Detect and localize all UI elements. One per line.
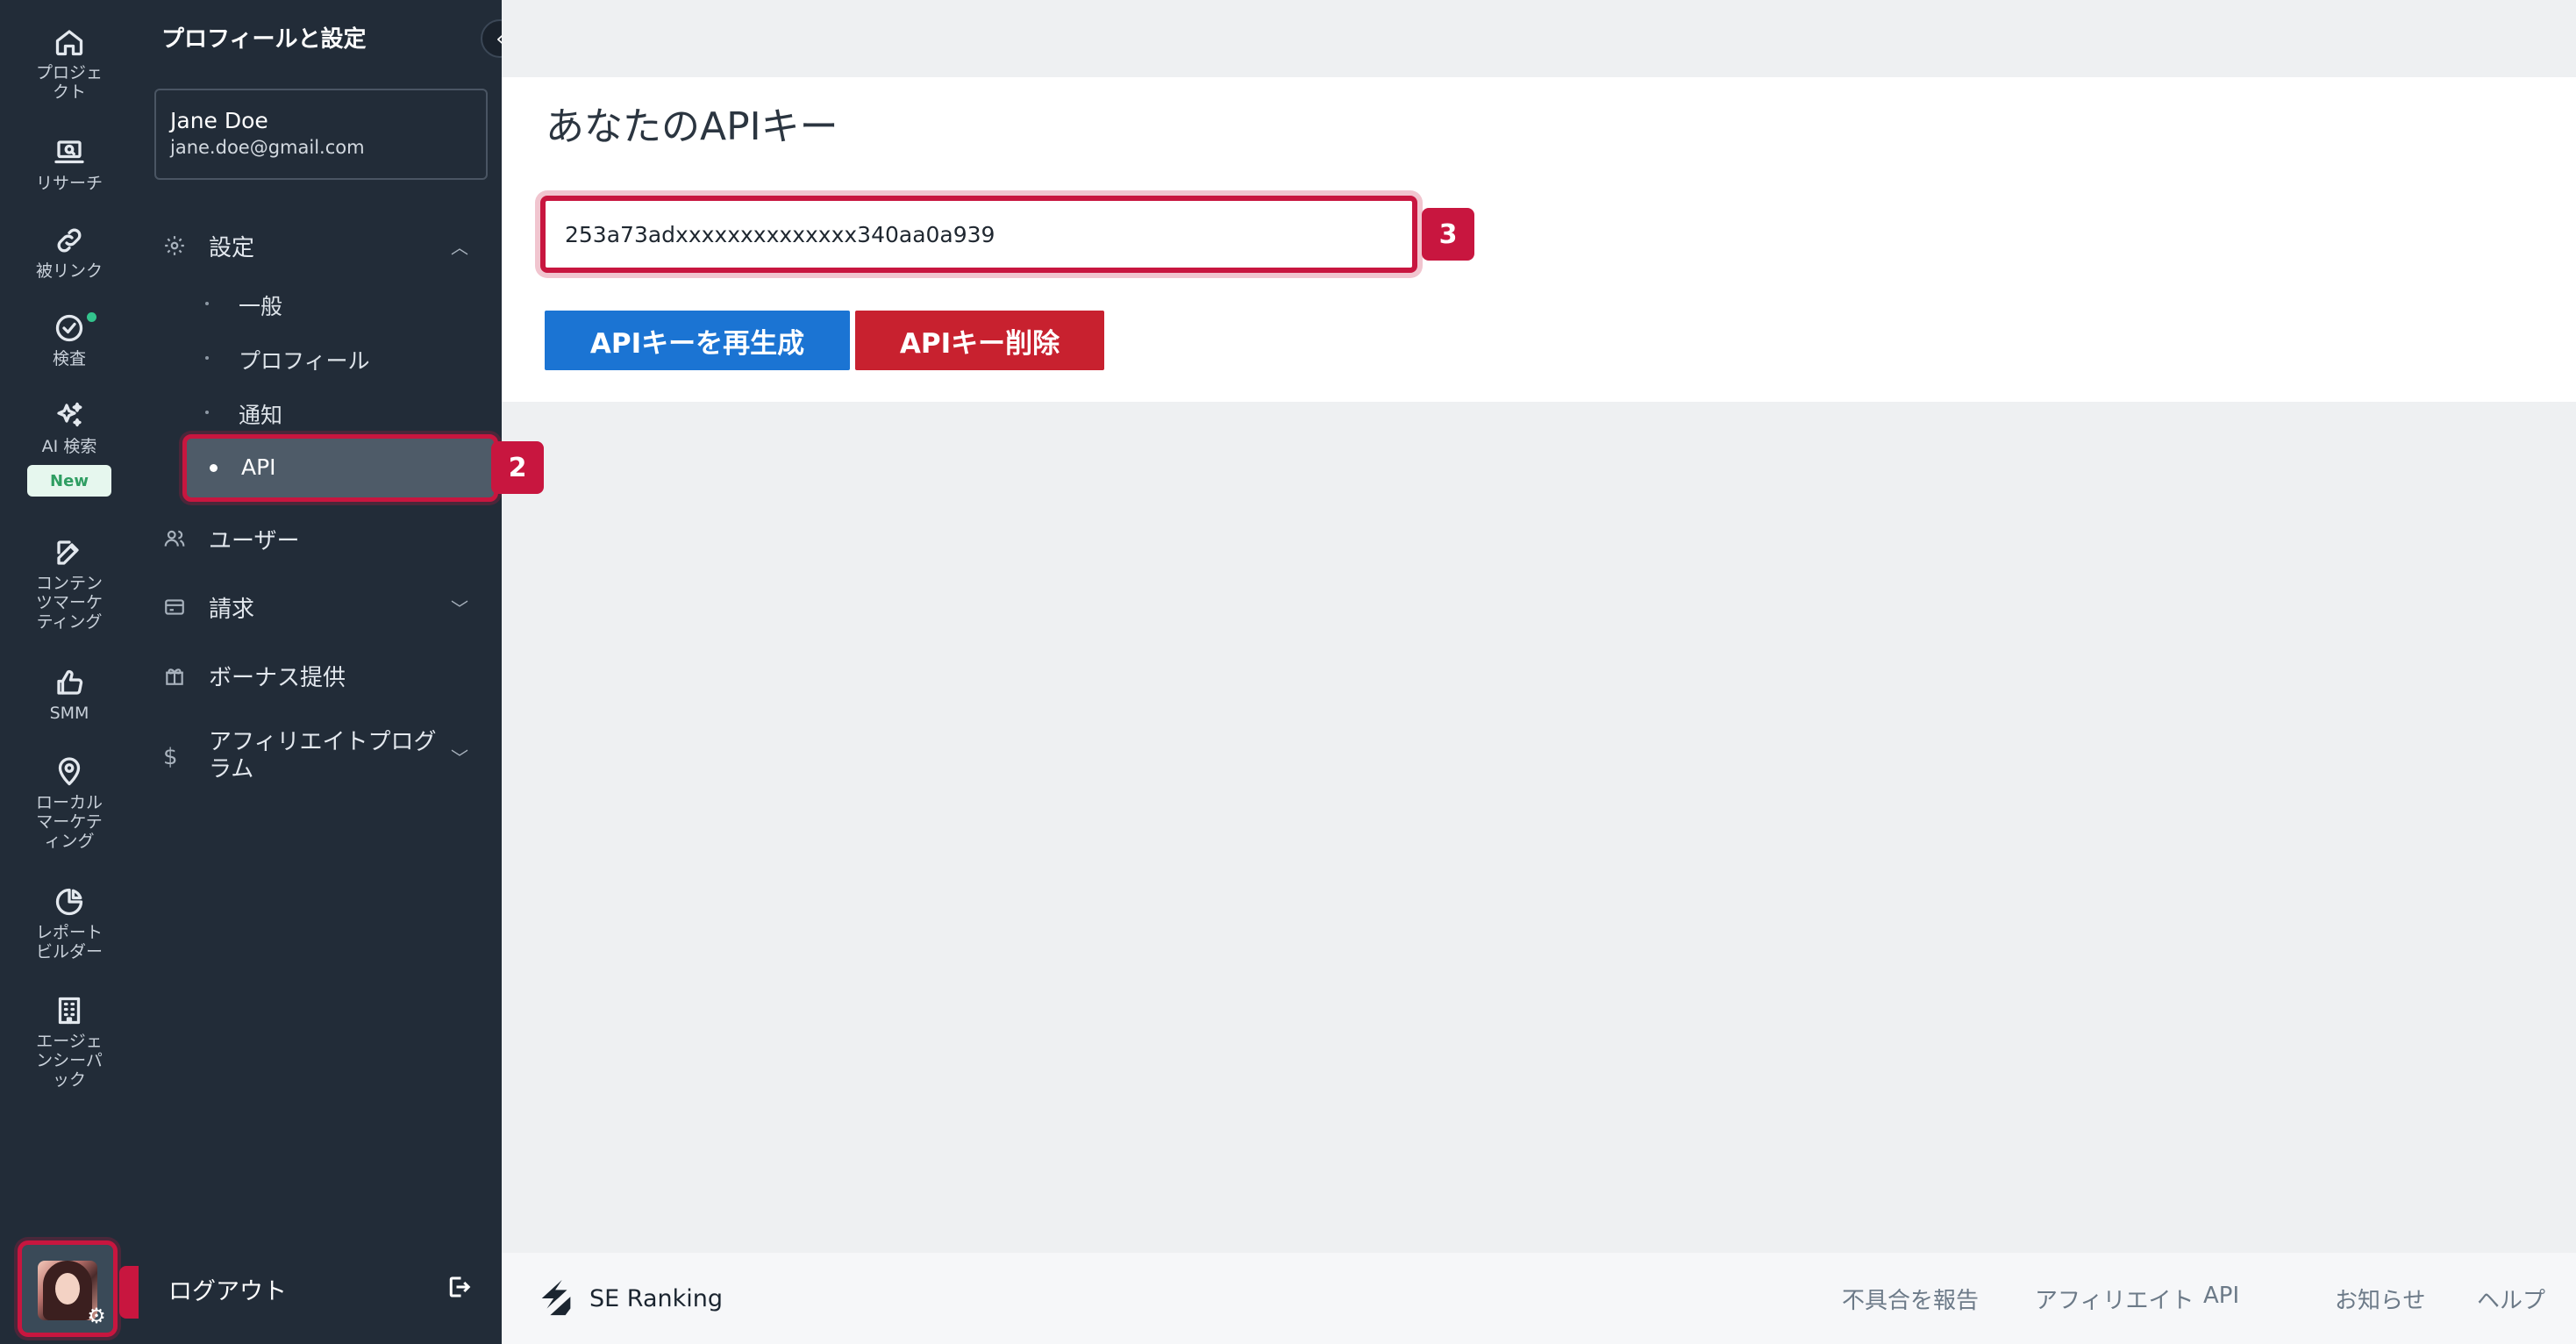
check-circle-icon [55,314,83,342]
brand-name: SE Ranking [589,1284,723,1312]
nav-sub-label: 通知 [239,403,283,428]
top-bar [502,0,2576,77]
building-icon [58,997,81,1025]
users-icon [164,530,185,547]
link-icon [57,228,82,253]
avatar-button[interactable]: ⚙ [18,1240,118,1337]
rail-item-agency-pack[interactable]: エージェンシーパック [0,995,139,1090]
step-badge-3: 3 [1422,208,1474,261]
regenerate-api-key-button[interactable]: APIキーを再生成 [545,311,850,370]
brand-logo[interactable]: SE Ranking [537,1277,723,1319]
rail-item-research[interactable]: リサーチ [0,137,139,193]
logout-icon[interactable] [446,1274,472,1300]
home-icon [55,30,83,56]
rail-item-projects[interactable]: プロジェクト [0,26,139,102]
rail-label: 検査 [52,349,86,368]
se-ranking-logo-icon [541,1279,571,1316]
api-key-panel: あなたのAPIキー APIキーを再生成 APIキー削除 [502,77,2576,402]
page-title: あなたのAPIキー [546,104,838,149]
gear-icon: ⚙ [87,1304,106,1328]
rail-label: レポートビルダー [35,923,103,962]
nav-sub-label: API [241,454,276,480]
nav-sub-notifications[interactable]: 通知 [139,398,502,428]
nav-affiliate[interactable]: $ アフィリエイトプログラム ﹀ [139,728,502,784]
sparkle-icon [57,402,82,427]
thumbs-up-icon [57,669,83,695]
footer-link-affiliate[interactable]: アフィリエイト [2035,1283,2194,1315]
chevron-down-icon: ﹀ [451,597,468,619]
nav-users-label: ユーザー [209,527,300,554]
rail-label: SMM [49,704,89,723]
laptop-search-icon [54,140,84,164]
footer-link-report-bug[interactable]: 不具合を報告 [1842,1283,1979,1315]
gift-icon [166,668,183,685]
rail-label: プロジェクト [35,63,103,102]
sidebar-title: プロフィールと設定 [161,26,367,53]
nav-sub-label: プロフィール [239,348,370,374]
bullet-icon [205,356,209,360]
gear-icon [165,236,184,255]
rail-item-content-marketing[interactable]: コンテンツマーケティング [0,537,139,632]
delete-api-key-button[interactable]: APIキー削除 [855,311,1104,370]
rail-label: リサーチ [35,174,103,193]
user-card[interactable]: Jane Doe jane.doe@gmail.com [154,89,488,180]
footer-link-news[interactable]: お知らせ [2335,1283,2425,1315]
chevron-down-icon: ﹀ [451,747,468,769]
user-email: jane.doe@gmail.com [170,137,365,158]
rail-label: AI 検索 [41,437,97,456]
nav-billing-label: 請求 [209,596,255,623]
nav-bonus[interactable]: ボーナス提供 [139,660,502,691]
rail-item-audit[interactable]: 検査 [0,312,139,368]
user-name: Jane Doe [170,108,268,133]
nav-users[interactable]: ユーザー [139,523,502,554]
nav-settings-label: 設定 [209,234,255,261]
edit-icon [57,540,79,565]
rail-item-ai-search[interactable]: AI 検索 New [0,400,139,497]
footer-link-help[interactable]: ヘルプ [2477,1283,2545,1315]
rail-item-local-marketing[interactable]: ローカルマーケティング [0,756,139,851]
api-key-field[interactable] [540,196,1417,273]
nav-bonus-label: ボーナス提供 [209,664,346,691]
nav-settings[interactable]: 設定 ︿ [139,230,502,261]
logout-button[interactable]: ログアウト [168,1272,287,1306]
nav-sub-api[interactable]: API [182,434,498,502]
rail-item-backlinks[interactable]: 被リンク [0,225,139,281]
nav-sub-profile[interactable]: プロフィール [139,344,502,374]
rail-item-report-builder[interactable]: レポートビルダー [0,886,139,962]
chevron-up-icon: ︿ [451,236,468,258]
nav-affiliate-label: アフィリエイトプログラム [209,729,437,783]
bullet-icon [205,302,209,305]
settings-sidebar: プロフィールと設定 Jane Doe jane.doe@gmail.com 設定… [139,0,502,1344]
map-pin-icon [58,757,81,786]
pie-chart-icon [55,888,83,916]
nav-sub-general[interactable]: 一般 [139,290,502,319]
new-badge: New [27,465,111,497]
dollar-icon: $ [163,744,178,770]
bullet-icon [210,464,218,472]
step-badge-2: 2 [491,441,544,494]
rail-label: エージェンシーパック [36,1032,103,1090]
credit-card-icon [165,599,184,615]
rail-item-smm[interactable]: SMM [0,667,139,723]
footer: SE Ranking 不具合を報告 アフィリエイト API お知らせ ヘルプ [502,1253,2576,1344]
rail-label: コンテンツマーケティング [35,574,103,632]
api-key-input[interactable] [546,201,1412,268]
status-dot [87,312,96,322]
bullet-icon [205,411,209,414]
footer-link-api[interactable]: API [2203,1283,2239,1309]
nav-billing[interactable]: 請求 ﹀ [139,591,502,623]
icon-rail: プロジェクト リサーチ 被リンク 検査 AI 検索 New コンテンツマーケティ… [0,0,139,1344]
rail-label: ローカルマーケティング [35,793,103,851]
rail-label: 被リンク [35,261,103,281]
nav-sub-label: 一般 [239,294,283,319]
